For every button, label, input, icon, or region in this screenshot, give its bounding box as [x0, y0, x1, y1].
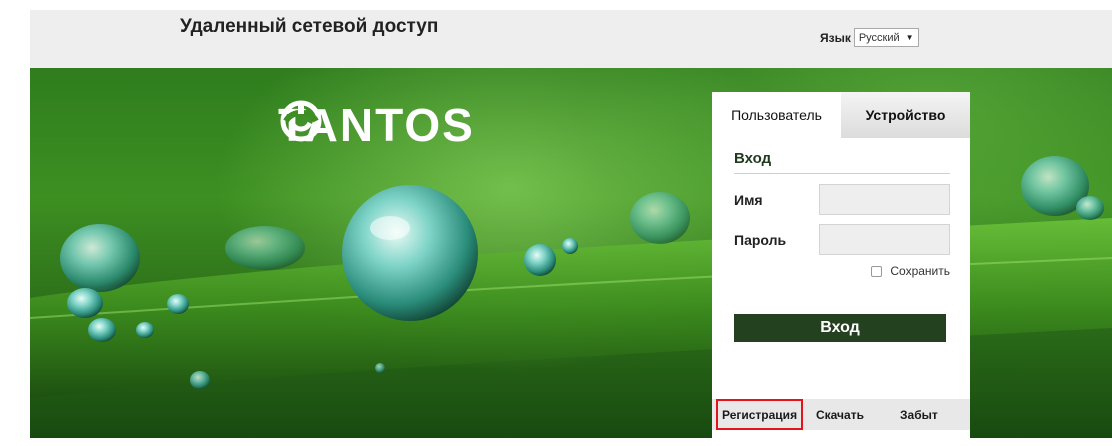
username-label: Имя — [734, 191, 763, 208]
remember-checkbox[interactable] — [871, 265, 883, 277]
login-footer: Регистрация Скачать Забыт — [712, 399, 970, 430]
remember-row: Сохранить — [734, 264, 950, 278]
username-input[interactable] — [819, 184, 950, 215]
chevron-down-icon: ▼ — [905, 33, 914, 42]
password-row: Пароль — [734, 224, 950, 255]
username-row: Имя — [734, 184, 950, 215]
language-selector: Язык Русский ▼ — [820, 28, 919, 47]
download-link[interactable]: Скачать — [816, 408, 864, 422]
login-button[interactable]: Вход — [734, 314, 946, 342]
register-link[interactable]: Регистрация — [716, 399, 804, 430]
hero-banner: TANTOS Пользователь Устройство Вход Имя … — [30, 68, 1112, 438]
language-label: Язык — [820, 30, 851, 45]
login-form: Вход Имя Пароль Сохранить Вход — [712, 138, 970, 342]
login-tabs: Пользователь Устройство — [712, 92, 970, 138]
password-input[interactable] — [819, 224, 950, 255]
top-bar: Удаленный сетевой доступ Язык Русский ▼ — [30, 10, 1112, 68]
login-panel: Пользователь Устройство Вход Имя Пароль … — [712, 92, 970, 438]
remember-label: Сохранить — [890, 264, 950, 278]
tab-device[interactable]: Устройство — [841, 92, 970, 138]
login-heading: Вход — [734, 150, 950, 174]
tantos-logo-icon — [280, 100, 322, 142]
brand-logo: TANTOS — [278, 98, 475, 152]
language-select-value: Русский — [858, 31, 900, 44]
page-title: Удаленный сетевой доступ — [180, 16, 439, 37]
tab-user[interactable]: Пользователь — [712, 92, 841, 138]
forgot-link[interactable]: Забыт — [900, 408, 938, 422]
language-select[interactable]: Русский ▼ — [853, 28, 919, 47]
password-label: Пароль — [734, 231, 787, 248]
